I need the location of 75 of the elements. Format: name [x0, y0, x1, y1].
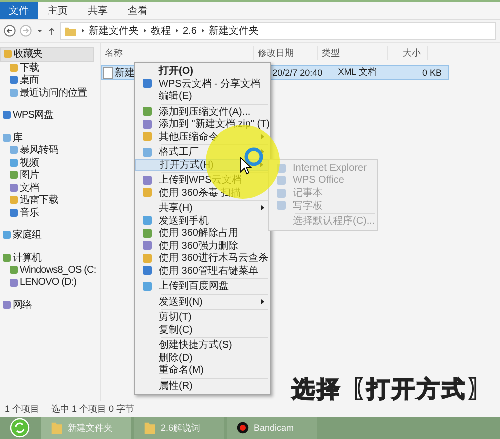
menu-item[interactable]: 发送到手机 — [135, 214, 270, 227]
menu-item[interactable]: 编辑(E) — [135, 90, 270, 102]
nav-item[interactable]: WPS网盘 — [0, 109, 100, 122]
breadcrumb-item[interactable]: 新建文件夹 — [89, 24, 139, 38]
menu-icon — [142, 79, 152, 88]
nav-icon — [3, 301, 11, 310]
nav-item[interactable]: 最近访问的位置 — [0, 86, 100, 99]
chevron-icon — [200, 27, 206, 35]
nav-icon — [3, 231, 11, 240]
ribbon-tab[interactable]: 查看 — [118, 2, 158, 19]
nav-item[interactable]: 文档 — [0, 182, 100, 194]
folder-icon — [64, 26, 77, 36]
nav-item[interactable]: 音乐 — [0, 206, 100, 219]
menu-item[interactable]: WPS云文档 - 分享文档 — [135, 78, 270, 90]
menu-item[interactable]: 使用 360强力删除 — [135, 240, 270, 252]
nav-item[interactable]: 迅雷下载 — [0, 194, 100, 206]
menu-item[interactable]: 属性(R) — [135, 380, 270, 392]
menu-item[interactable]: 创建快捷方式(S) — [135, 339, 270, 352]
nav-item[interactable]: 家庭组 — [0, 229, 100, 242]
status-text: 选中 1 个项目 0 字节 — [52, 402, 135, 416]
nav-item[interactable]: 计算机 — [0, 252, 100, 264]
file-name: 新建 — [115, 66, 135, 80]
column-header[interactable]: 修改日期 — [254, 46, 318, 60]
menu-item[interactable]: 发送到(N) — [135, 296, 270, 308]
folder-icon — [51, 421, 63, 435]
chevron-icon — [174, 27, 180, 35]
ribbon-tab[interactable]: 文件 — [0, 2, 38, 19]
menu-item[interactable]: 使用 360解除占用 — [135, 227, 270, 240]
menu-item[interactable]: 使用 360进行木马云查杀 — [135, 252, 270, 264]
menu-item[interactable]: 重命名(M) — [135, 364, 270, 376]
click-ring-icon — [244, 147, 264, 167]
table-cell-text: 0 KB — [421, 68, 443, 78]
nav-item[interactable]: LENOVO (D:) — [0, 276, 100, 289]
nav-icon — [3, 111, 11, 120]
address-bar[interactable]: 新建文件夹 教程 2.6 新建文件夹 — [60, 22, 496, 40]
back-icon[interactable] — [4, 25, 16, 37]
column-header[interactable]: 名称 — [101, 46, 254, 60]
menu-item[interactable]: 使用 360管理右键菜单 — [135, 264, 270, 277]
up-arrow-icon[interactable] — [48, 26, 56, 36]
menu-item[interactable]: 共享(H) — [135, 202, 270, 214]
cursor-icon — [240, 157, 252, 175]
menu-item[interactable]: 添加到压缩文件(A)... — [135, 106, 270, 118]
caption-text: 选择【打开方式】 — [292, 375, 492, 404]
nav-item[interactable]: 暴风转码 — [0, 144, 100, 156]
nav-item[interactable]: 收藏夹 — [0, 47, 94, 62]
menu-item[interactable]: 打开(O) — [135, 65, 270, 78]
submenu-arrow-icon — [260, 204, 266, 212]
nav-item[interactable]: Windows8_OS (C: — [0, 264, 100, 276]
column-header[interactable]: 类型 — [318, 46, 388, 60]
column-header[interactable]: 大小 — [388, 46, 428, 60]
menu-item[interactable]: 复制(C) — [135, 324, 270, 336]
chevron-icon — [80, 27, 86, 35]
nav-item[interactable]: 网络 — [0, 299, 100, 312]
submenu-arrow-icon — [260, 298, 266, 306]
menu-item[interactable]: 剪切(T) — [135, 311, 270, 324]
menu-item[interactable]: 上传到百度网盘 — [135, 280, 270, 292]
status-text: 1 个项目 — [5, 402, 40, 416]
chevron-icon — [142, 27, 148, 35]
breadcrumb-item[interactable]: 2.6 — [183, 26, 197, 36]
breadcrumb-item[interactable]: 教程 — [151, 24, 171, 38]
nav-item[interactable]: 下载 — [0, 62, 100, 74]
start-orb-icon[interactable] — [10, 418, 30, 438]
table-cell-text: 20/2/7 20:40 — [272, 68, 324, 78]
nav-item[interactable]: 桌面 — [0, 74, 100, 86]
nav-item[interactable]: 图片 — [0, 169, 100, 182]
nav-item[interactable]: 库 — [0, 132, 100, 144]
record-icon — [237, 421, 249, 435]
table-cell-text: XML 文档 — [337, 66, 378, 79]
nav-item[interactable]: 视频 — [0, 156, 100, 169]
folder-icon — [144, 421, 156, 435]
ribbon-tab[interactable]: 共享 — [78, 2, 118, 19]
menu-item[interactable]: 删除(D) — [135, 352, 270, 364]
breadcrumb-item[interactable]: 新建文件夹 — [208, 24, 259, 38]
file-icon — [103, 66, 113, 78]
ribbon-tab[interactable]: 主页 — [38, 2, 78, 19]
